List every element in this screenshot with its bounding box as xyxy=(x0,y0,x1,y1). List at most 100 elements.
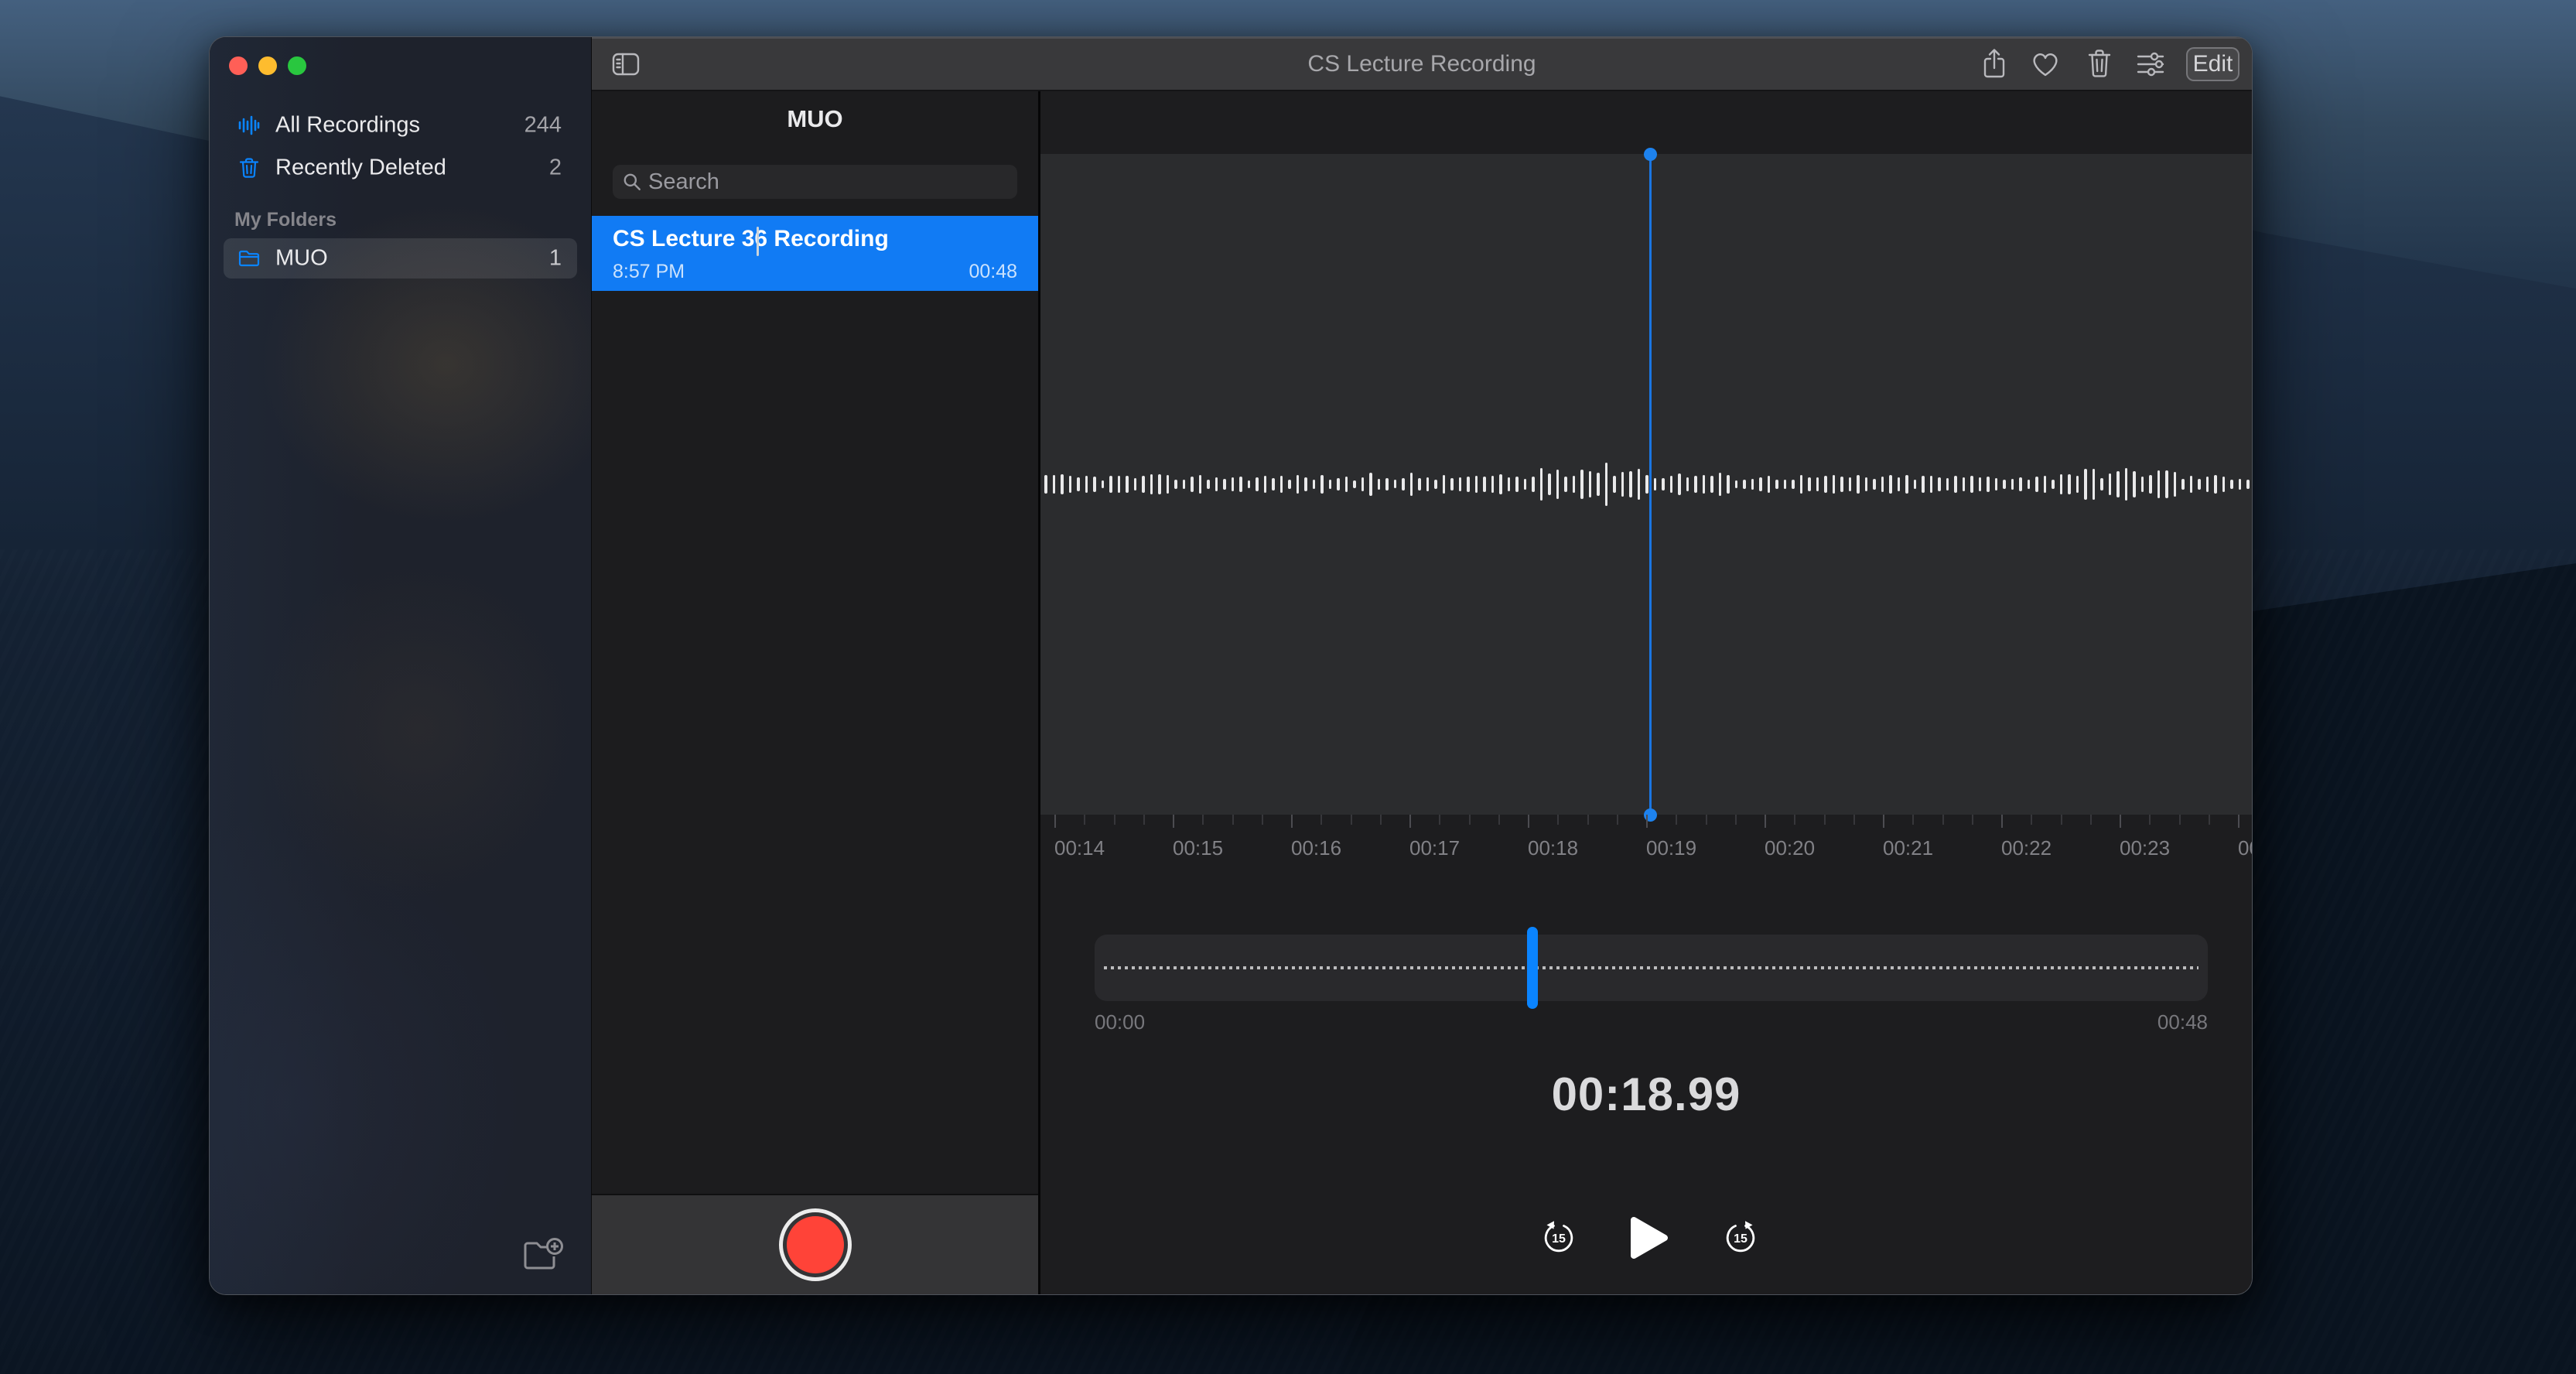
waveform-bar xyxy=(1183,480,1186,489)
ruler-label: 00:19 xyxy=(1646,836,1696,860)
close-button[interactable] xyxy=(229,56,248,75)
waveform-bar xyxy=(1418,478,1421,490)
record-button[interactable] xyxy=(779,1208,852,1281)
skip-forward-15-button[interactable]: 15 xyxy=(1723,1217,1758,1256)
ruler-tick-minor xyxy=(1794,815,1795,825)
heart-icon xyxy=(2030,50,2061,79)
playback-settings-button[interactable] xyxy=(2134,47,2168,81)
current-time-display: 00:18.99 xyxy=(1040,1068,2252,1121)
play-button[interactable] xyxy=(1628,1215,1669,1261)
ruler-tick-minor xyxy=(1587,815,1589,825)
ruler-tick-minor xyxy=(2061,815,2062,825)
waveform-bar xyxy=(1402,478,1405,491)
waveform-ruler: 00:1400:1500:1600:1700:1800:1900:2000:21… xyxy=(1040,815,2252,880)
waveform-bar xyxy=(2190,476,2193,494)
waveform-bar xyxy=(2198,479,2201,490)
search-icon xyxy=(622,172,642,192)
waveform-bar xyxy=(1694,476,1697,492)
ruler-tick-minor xyxy=(1972,815,1973,825)
sidebar-folder-muo[interactable]: MUO 1 xyxy=(224,238,577,279)
waveform-bar xyxy=(2035,477,2038,492)
ruler-tick-major xyxy=(1528,815,1529,828)
waveform-bar xyxy=(1703,475,1706,494)
waveform-bar xyxy=(1044,475,1047,494)
waveform-bar xyxy=(1353,480,1356,488)
waveform-bar xyxy=(1833,475,1836,494)
waveform-bar xyxy=(1061,474,1064,494)
waveform-bar xyxy=(1638,469,1641,499)
waveform-bar xyxy=(1191,477,1194,492)
sidebar-toggle-icon xyxy=(611,51,641,77)
waveform-bar xyxy=(1264,476,1267,493)
waveform-bar xyxy=(2003,480,2006,489)
waveform-bar xyxy=(2028,480,2031,490)
waveform-bar xyxy=(1564,477,1567,493)
ruler-tick-minor xyxy=(2209,815,2210,825)
overview-start-label: 00:00 xyxy=(1095,1010,1145,1034)
waveform-bar xyxy=(2239,479,2242,490)
waveform-bar xyxy=(1768,476,1771,493)
waveform-bar xyxy=(2076,476,2079,493)
waveform-bar xyxy=(2206,477,2209,491)
overview-scrubber[interactable] xyxy=(1095,935,2208,1001)
sidebar-item-all-recordings[interactable]: All Recordings 244 xyxy=(224,106,577,145)
waveform-bar xyxy=(1450,478,1454,490)
overview-playhead[interactable] xyxy=(1527,927,1538,1009)
waveform-bar xyxy=(2011,479,2014,489)
waveform-bar xyxy=(1816,477,1819,492)
waveform-bar xyxy=(2214,475,2217,494)
favorite-button[interactable] xyxy=(2028,47,2062,81)
waveform-bar xyxy=(1954,476,1957,494)
waveform-bar xyxy=(1102,480,1105,489)
toggle-sidebar-button[interactable] xyxy=(609,47,643,81)
waveform-bar xyxy=(1369,473,1372,497)
trash-icon xyxy=(2086,49,2113,80)
transport-controls: 15 15 xyxy=(1040,1215,2252,1269)
playhead-line[interactable] xyxy=(1649,154,1652,815)
share-button[interactable] xyxy=(1977,47,2011,81)
player-panel: 00:1400:1500:1600:1700:1800:1900:2000:21… xyxy=(1040,91,2252,1294)
new-folder-button[interactable] xyxy=(521,1235,564,1275)
waveform-bar xyxy=(1629,471,1632,498)
waveform-bar xyxy=(1093,477,1096,492)
recording-title: CS Lecture 36 Recording xyxy=(613,226,889,252)
waveform-bar xyxy=(1719,473,1722,496)
waveform-bar xyxy=(1272,478,1275,491)
skip-forward-15-icon: 15 xyxy=(1723,1217,1758,1256)
waveform-bar xyxy=(1077,477,1080,492)
ruler-label: 00:14 xyxy=(1054,836,1105,860)
waveform-bar xyxy=(1215,477,1218,490)
window-controls xyxy=(229,56,306,75)
delete-button[interactable] xyxy=(2082,47,2116,81)
share-icon xyxy=(1981,47,2007,81)
skip-back-15-button[interactable]: 15 xyxy=(1541,1217,1577,1256)
waveform-icon xyxy=(237,114,261,137)
trash-icon xyxy=(237,156,261,179)
search-input[interactable] xyxy=(648,169,1008,195)
sidebar-item-recently-deleted[interactable]: Recently Deleted 2 xyxy=(224,149,577,187)
ruler-tick-major xyxy=(1646,815,1648,828)
ruler-tick-major xyxy=(1765,815,1766,828)
waveform-bar xyxy=(1743,480,1746,489)
ruler-tick-minor xyxy=(1912,815,1914,825)
waveform-bar xyxy=(1873,479,1876,490)
waveform-bar xyxy=(2133,471,2136,497)
waveform-bar xyxy=(1881,477,1884,492)
ruler-tick-minor xyxy=(2149,815,2151,825)
waveform-canvas[interactable] xyxy=(1040,154,2252,815)
waveform-bar xyxy=(1223,479,1226,490)
minimize-button[interactable] xyxy=(258,56,277,75)
waveform-bar xyxy=(1394,480,1397,488)
waveform-bar xyxy=(1800,475,1803,493)
edit-button[interactable]: Edit xyxy=(2186,47,2239,81)
waveform-bar xyxy=(1849,477,1852,491)
ruler-tick-minor xyxy=(1320,815,1322,825)
recording-row-selected[interactable]: CS Lecture 36 Recording 8:57 PM 00:48 xyxy=(592,216,1038,291)
waveform-bar xyxy=(2125,468,2128,500)
search-field[interactable] xyxy=(613,165,1017,199)
list-header: MUO xyxy=(592,105,1038,133)
waveform-bar xyxy=(1914,480,1917,489)
waveform-bar xyxy=(1239,477,1242,493)
ruler-tick-minor xyxy=(1380,815,1382,825)
zoom-button[interactable] xyxy=(288,56,306,75)
